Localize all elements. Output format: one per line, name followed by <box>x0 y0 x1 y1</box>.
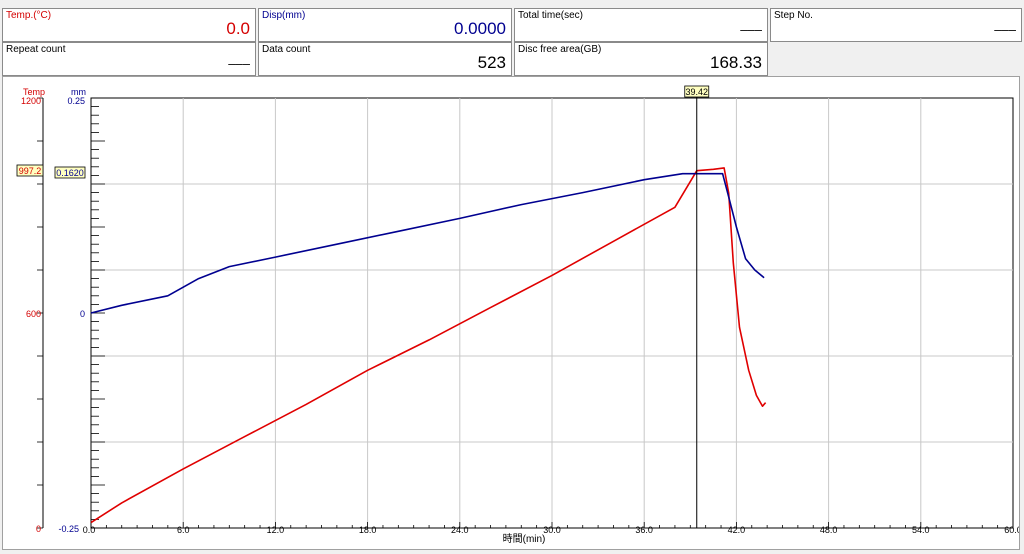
disp-value: 0.0000 <box>454 19 506 38</box>
cursor-x-label: 39.42 <box>685 87 708 97</box>
chart[interactable]: Temp mm 1200 600 0 0.25 0 -0.25 0.0 6.0 12… <box>3 77 1022 549</box>
x-tick-label: 6.0 <box>177 525 190 535</box>
x-tick-label: 18.0 <box>359 525 377 535</box>
disp-tick-label: 0 <box>80 309 85 319</box>
step-no-value: ––– <box>994 22 1016 37</box>
cursor-temp-label: 997.2 <box>19 166 42 176</box>
repeat-count-label: Repeat count <box>6 44 66 55</box>
x-tick-label: 30.0 <box>543 525 561 535</box>
total-time-label: Total time(sec) <box>518 10 584 21</box>
temp-label: Temp.(°C) <box>6 10 52 21</box>
x-tick-label: 36.0 <box>635 525 653 535</box>
x-tick-label: 60.0 <box>1004 525 1019 535</box>
data-count-label: Data count <box>262 44 311 55</box>
temp-tick-label: 0 <box>36 524 41 534</box>
x-tick-label: 48.0 <box>820 525 838 535</box>
disp-tick-label: -0.25 <box>58 524 79 534</box>
temp-panel: Temp.(°C) 0.0 <box>2 8 256 42</box>
disc-free-label: Disc free area(GB) <box>518 44 602 55</box>
temp-tick-label: 600 <box>26 309 41 319</box>
repeat-count-panel: Repeat count ––– <box>2 42 256 76</box>
x-tick-label: 42.0 <box>728 525 746 535</box>
x-tick-label: 0.0 <box>83 525 96 535</box>
x-tick-label: 54.0 <box>912 525 930 535</box>
disc-free-panel: Disc free area(GB) 168.33 <box>514 42 768 76</box>
total-time-value: ––– <box>740 22 762 37</box>
disp-label: Disp(mm) <box>262 10 306 21</box>
total-time-panel: Total time(sec) ––– <box>514 8 768 42</box>
disp-panel: Disp(mm) 0.0000 <box>258 8 512 42</box>
disc-free-value: 168.33 <box>710 53 762 72</box>
data-count-value: 523 <box>477 53 506 72</box>
x-axis-title: 時間(min) <box>503 533 546 545</box>
temp-tick-label: 1200 <box>21 96 41 106</box>
step-no-label: Step No. <box>774 10 813 21</box>
cursor-disp-label: 0.1620 <box>56 168 84 178</box>
step-no-panel: Step No. ––– <box>770 8 1022 42</box>
x-tick-label: 24.0 <box>451 525 469 535</box>
repeat-count-value: ––– <box>228 56 250 71</box>
disp-tick-label: 0.25 <box>67 96 85 106</box>
chart-frame: Temp mm 1200 600 0 0.25 0 -0.25 0.0 6.0 12… <box>2 76 1022 550</box>
x-tick-label: 12.0 <box>267 525 285 535</box>
data-count-panel: Data count 523 <box>258 42 512 76</box>
temp-value: 0.0 <box>226 19 250 38</box>
